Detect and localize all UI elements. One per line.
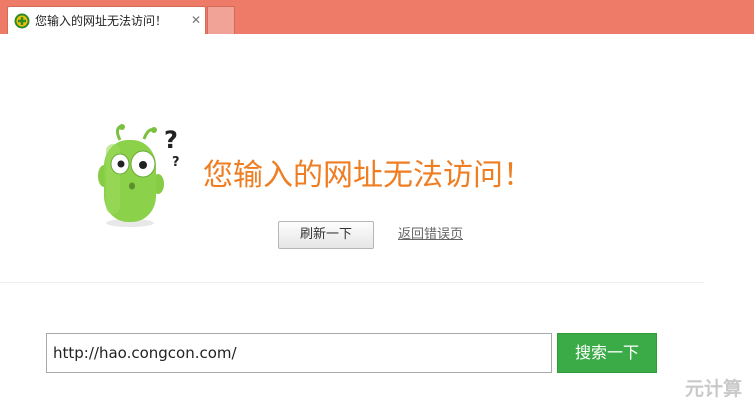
url-search-input[interactable]: [46, 333, 552, 373]
svg-text:?: ?: [172, 155, 180, 170]
refresh-button[interactable]: 刷新一下: [278, 221, 374, 249]
watermark-logo: 元计算: [685, 378, 743, 400]
error-title: 您输入的网址无法访问！: [203, 158, 533, 193]
new-tab-button[interactable]: [207, 6, 235, 34]
back-to-error-page-link[interactable]: 返回错误页: [398, 227, 463, 243]
divider: [0, 282, 704, 283]
browser-logo-icon: [14, 13, 30, 29]
search-button[interactable]: 搜索一下: [557, 333, 657, 373]
tab-bar: 您输入的网址无法访问！ ✕: [0, 0, 754, 34]
confused-mascot-image: ? ?: [98, 124, 180, 227]
tab-title: 您输入的网址无法访问！: [35, 14, 168, 28]
browser-tab[interactable]: 您输入的网址无法访问！ ✕: [7, 6, 206, 34]
close-tab-icon[interactable]: ✕: [191, 12, 201, 28]
svg-text:?: ?: [164, 126, 178, 154]
